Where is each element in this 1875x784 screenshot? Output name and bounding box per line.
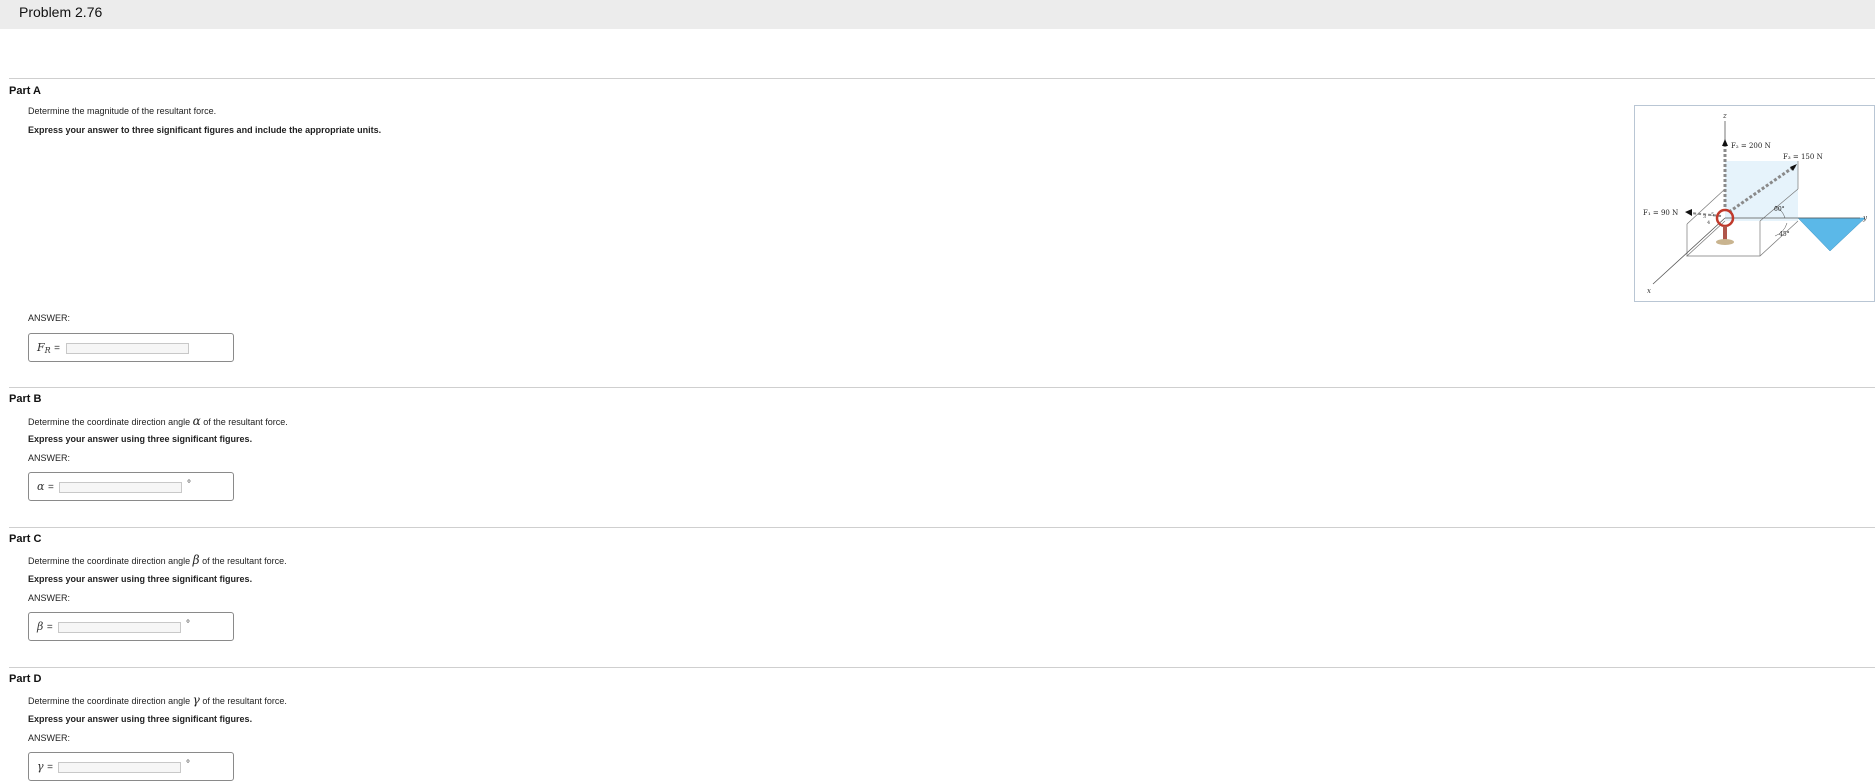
- divider: [9, 78, 1875, 79]
- part-d-answer-input[interactable]: [58, 762, 181, 773]
- part-c-question: Determine the coordinate direction angle…: [28, 553, 287, 567]
- part-a-instruction: Express your answer to three significant…: [28, 125, 382, 135]
- part-a-answer-box: FR =: [28, 333, 234, 362]
- part-d-answer-label: ANSWER:: [28, 733, 71, 743]
- slope-3: 3: [1703, 214, 1706, 220]
- degree-unit: °: [186, 759, 190, 770]
- part-b-answer-box: α = °: [28, 472, 234, 501]
- f1-label: F₁ = 90 N: [1643, 209, 1678, 217]
- angle-45-label: 45°: [1779, 231, 1790, 238]
- part-c-answer-input[interactable]: [58, 622, 181, 633]
- x-axis-line: [1652, 217, 1726, 285]
- force-diagram: y z x F₂ = 200 N F₃ = 150 N F₁ = 90 N 3 …: [1643, 112, 1868, 295]
- part-a-answer-label: ANSWER:: [28, 313, 71, 323]
- part-c-answer-box: β = °: [28, 612, 234, 641]
- f2-label: F₂ = 200 N: [1731, 142, 1771, 150]
- eye-bolt-shank: [1723, 226, 1727, 240]
- degree-unit: °: [186, 619, 190, 630]
- part-b-answer-label: ANSWER:: [28, 453, 71, 463]
- z-axis-label: z: [1722, 112, 1727, 120]
- f1-arrowhead: [1685, 209, 1692, 216]
- f3-label: F₃ = 150 N: [1783, 153, 1823, 161]
- problem-title: Problem 2.76: [19, 4, 103, 20]
- divider: [9, 387, 1875, 388]
- part-d-variable: γ =: [37, 760, 53, 773]
- part-b-answer-input[interactable]: [59, 482, 182, 493]
- problem-figure: y z x F₂ = 200 N F₃ = 150 N F₁ = 90 N 3 …: [1634, 105, 1875, 302]
- part-a-variable: FR =: [37, 341, 61, 355]
- f2-arrowhead: [1722, 139, 1728, 146]
- part-b-heading: Part B: [9, 393, 42, 405]
- part-c-heading: Part C: [9, 533, 42, 545]
- angle-60-label: 60°: [1774, 206, 1785, 213]
- beta-symbol: β: [192, 553, 200, 567]
- divider: [9, 667, 1875, 668]
- part-a-heading: Part A: [9, 85, 41, 97]
- part-d-instruction: Express your answer using three signific…: [28, 714, 253, 724]
- part-b-variable: α =: [37, 480, 54, 493]
- problem-title-bar: Problem 2.76: [0, 0, 1875, 29]
- x-axis-label: x: [1647, 287, 1651, 295]
- part-c-answer-label: ANSWER:: [28, 593, 71, 603]
- part-a-question: Determine the magnitude of the resultant…: [28, 106, 217, 116]
- part-b-instruction: Express your answer using three signific…: [28, 434, 253, 444]
- angle-wedge: [1797, 217, 1866, 252]
- floor-outline: [1686, 220, 1799, 257]
- degree-unit: °: [187, 479, 191, 490]
- part-a-answer-input[interactable]: [66, 343, 189, 354]
- part-c-variable: β =: [37, 620, 53, 633]
- part-d-question: Determine the coordinate direction angle…: [28, 693, 287, 707]
- part-b-question: Determine the coordinate direction angle…: [28, 414, 288, 428]
- eye-bolt-base: [1716, 239, 1734, 245]
- alpha-symbol: α: [192, 414, 201, 428]
- part-c-instruction: Express your answer using three signific…: [28, 574, 253, 584]
- part-d-heading: Part D: [9, 673, 42, 685]
- slope-5: 5: [1711, 212, 1714, 218]
- part-d-answer-box: γ = °: [28, 752, 234, 781]
- slope-4: 4: [1707, 220, 1710, 226]
- divider: [9, 527, 1875, 528]
- gamma-symbol: γ: [192, 693, 200, 707]
- y-axis-label: y: [1862, 214, 1868, 222]
